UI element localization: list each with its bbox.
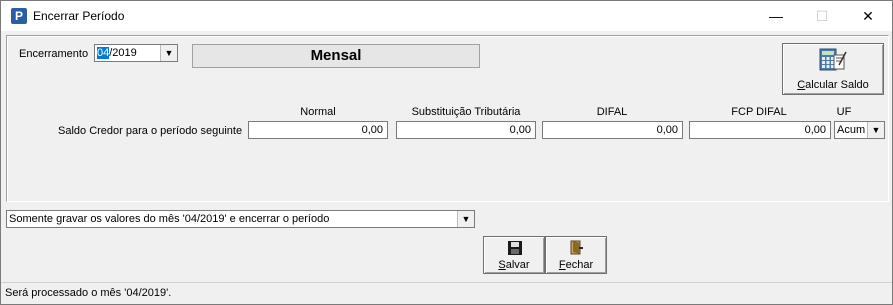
- period-type-display: Mensal: [192, 44, 480, 68]
- status-text: Será processado o mês '04/2019'.: [5, 287, 172, 299]
- col-header-st: Substituição Tributária: [411, 106, 521, 118]
- encerramento-combo[interactable]: 04/2019 ▼: [94, 44, 178, 62]
- col-header-fcp: FCP DIFAL: [731, 106, 787, 118]
- chevron-down-icon[interactable]: ▼: [160, 45, 177, 61]
- status-bar: Será processado o mês '04/2019'.: [1, 282, 892, 304]
- title-bar: P Encerrar Período — ☐ ✕: [1, 1, 892, 31]
- encerramento-value[interactable]: 04/2019: [97, 47, 137, 59]
- action-select[interactable]: Somente gravar os valores do mês '04/201…: [6, 210, 475, 228]
- uf-combo[interactable]: Acum ▼: [834, 121, 885, 139]
- col-header-normal: Normal: [300, 106, 336, 118]
- app-icon: P: [11, 8, 27, 24]
- difal-input[interactable]: 0,00: [542, 121, 683, 139]
- uf-value[interactable]: Acum: [837, 124, 865, 136]
- chevron-down-icon[interactable]: ▼: [867, 122, 884, 138]
- normal-input[interactable]: 0,00: [248, 121, 388, 139]
- fechar-button[interactable]: Fechar: [545, 236, 607, 274]
- st-input[interactable]: 0,00: [396, 121, 536, 139]
- floppy-disk-icon: [508, 241, 522, 255]
- col-header-difal: DIFAL: [596, 106, 628, 118]
- calcular-saldo-button[interactable]: Calcular Saldo: [782, 43, 884, 95]
- close-button[interactable]: ✕: [845, 1, 891, 31]
- saldo-credor-label: Saldo Credor para o período seguinte: [58, 125, 243, 137]
- door-exit-icon: [570, 240, 583, 255]
- maximize-button: ☐: [815, 8, 829, 24]
- dialog-window: P Encerrar Período — ☐ ✕ Encerramento 04…: [0, 0, 893, 305]
- window-title: Encerrar Período: [33, 9, 125, 23]
- fechar-label: Fechar: [558, 259, 594, 271]
- fcp-difal-input[interactable]: 0,00: [689, 121, 831, 139]
- salvar-button[interactable]: Salvar: [483, 236, 545, 274]
- minimize-button[interactable]: —: [753, 1, 799, 31]
- action-select-value[interactable]: Somente gravar os valores do mês '04/201…: [9, 213, 329, 225]
- col-header-uf: UF: [836, 106, 852, 118]
- calcular-saldo-label: Calcular Saldo: [797, 79, 869, 91]
- chevron-down-icon[interactable]: ▼: [457, 211, 474, 227]
- encerramento-label: Encerramento: [19, 48, 89, 60]
- salvar-label: Salvar: [498, 259, 530, 271]
- calculator-icon: [819, 48, 847, 71]
